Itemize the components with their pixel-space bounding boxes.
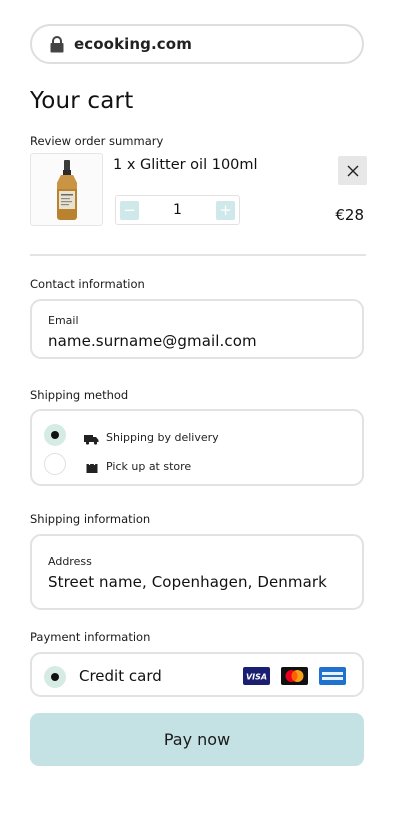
contact-info-label: Contact information [30,277,145,291]
order-summary-label: Review order summary [30,134,164,148]
credit-card-label: Credit card [79,667,162,685]
payment-info-label: Payment information [30,630,151,644]
visa-icon: VISA [243,667,270,685]
product-image [30,153,103,226]
shopping-bag-icon [86,458,98,477]
shipping-method-label: Shipping method [30,388,129,402]
item-price: €28 [335,206,364,224]
email-field[interactable]: Email name.surname@gmail.com [30,299,364,359]
mastercard-icon [281,667,308,685]
address-bar[interactable]: ecooking.com [30,24,364,64]
shipping-info-label: Shipping information [30,512,151,526]
shipping-delivery-label: Shipping by delivery [106,431,219,444]
email-label: Email [48,314,79,327]
svg-text:VISA: VISA [246,673,267,682]
remove-item-button[interactable] [338,156,367,185]
address-label: Address [48,555,92,568]
email-value: name.surname@gmail.com [48,332,257,350]
address-value: Street name, Copenhagen, Denmark [48,573,327,591]
lock-icon [49,35,65,53]
page-title: Your cart [30,88,134,114]
decrease-quantity-button[interactable]: − [120,200,139,220]
url-text: ecooking.com [74,35,192,53]
quantity-stepper[interactable]: − 1 + [115,195,240,225]
credit-card-radio[interactable] [44,666,66,688]
shipping-delivery-radio[interactable] [44,424,66,446]
close-icon [347,165,358,176]
amex-icon [319,667,346,685]
pickup-store-radio[interactable] [44,453,66,475]
address-field[interactable]: Address Street name, Copenhagen, Denmark [30,534,364,610]
increase-quantity-button[interactable]: + [216,200,235,220]
truck-icon [84,430,99,449]
pay-now-button[interactable]: Pay now [30,713,364,766]
product-name: 1 x Glitter oil 100ml [113,157,258,173]
shipping-method-options: Shipping by delivery Pick up at store [30,409,364,486]
section-divider [30,254,366,256]
pickup-store-label: Pick up at store [106,460,192,473]
payment-method-option[interactable]: Credit card VISA [30,652,364,697]
